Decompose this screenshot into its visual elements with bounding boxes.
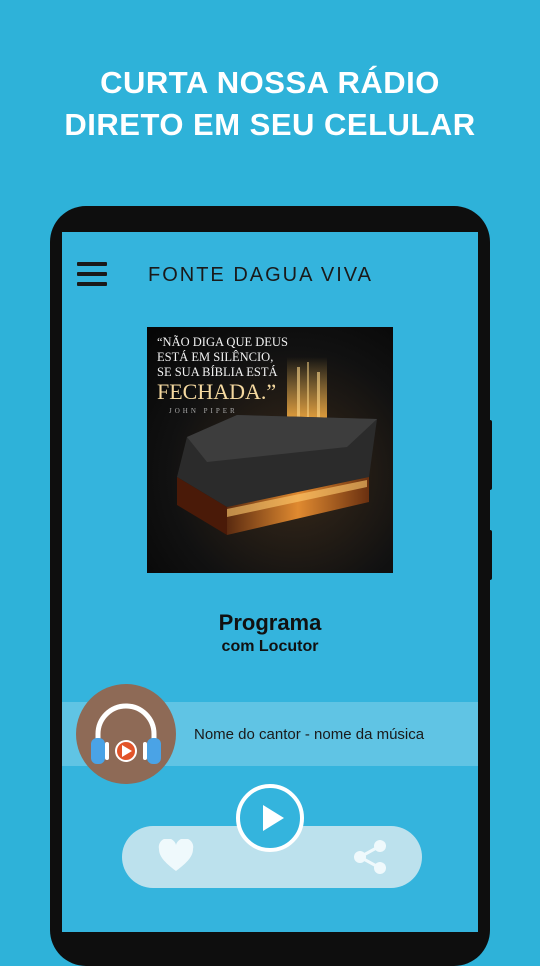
app-screen: FONTE DAGUA VIVA “NÃO DIGA QUE DEUS ESTÁ… [62,232,478,932]
app-title: FONTE DAGUA VIVA [148,264,373,286]
headline-line-2: DIRETO EM SEU CELULAR [64,107,476,142]
cover-quote-emphasis: Fechada.” [157,379,277,404]
headline-line-1: CURTA NOSSA RÁDIO [100,65,440,100]
cover-author: JOHN PIPER [169,407,238,415]
program-title: Programa [218,610,322,635]
program-cover-image: “Não diga que Deus está em silêncio, se … [147,327,393,573]
headphones-icon [91,703,161,764]
play-icon [263,805,284,831]
headphones-avatar [76,684,176,784]
cover-quote-line: se sua Bíblia está [157,365,278,379]
cover-quote-line: “Não diga que Deus [157,335,288,349]
phone-side-button [486,420,492,490]
share-icon[interactable] [352,838,388,876]
play-button[interactable] [236,784,304,852]
promo-headline: CURTA NOSSA RÁDIO DIRETO EM SEU CELULAR [0,62,540,146]
cover-quote-line: está em silêncio, [157,350,274,364]
cover-quote: “Não diga que Deus está em silêncio, se … [157,335,377,404]
phone-side-button [486,530,492,580]
heart-icon[interactable] [158,839,194,873]
hamburger-menu-icon[interactable] [77,262,109,288]
now-playing-text: Nome do cantor - nome da música [194,726,425,743]
program-subtitle: com Locutor [221,638,319,655]
